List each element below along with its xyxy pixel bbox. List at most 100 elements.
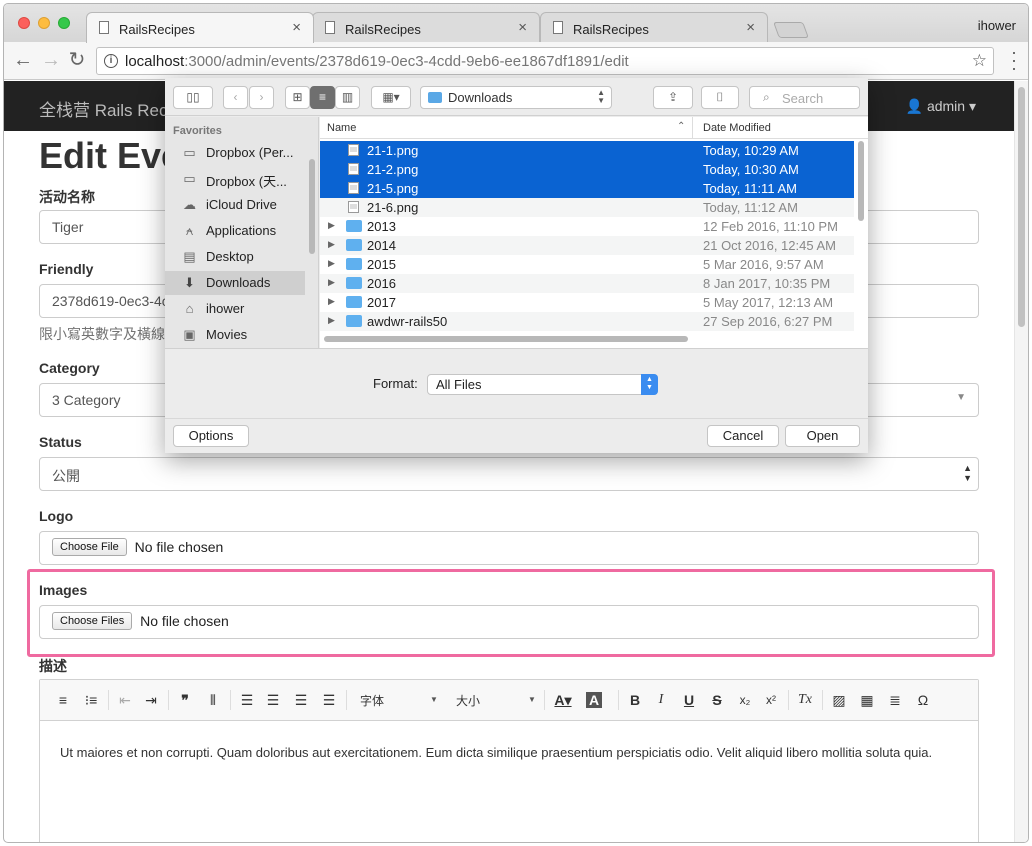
sidebar-toggle-icon[interactable]: ▯▯ xyxy=(173,86,213,109)
disclosure-triangle-icon[interactable]: ▶ xyxy=(328,220,335,231)
close-window-button[interactable] xyxy=(18,17,30,29)
sidebar-item-home[interactable]: ⌂ ihower xyxy=(165,297,305,321)
url-text[interactable]: localhost:3000/admin/events/2378d619-0ec… xyxy=(125,53,629,70)
browser-tab-2[interactable]: RailsRecipes × xyxy=(312,12,540,42)
profile-name[interactable]: ihower xyxy=(978,18,1016,33)
user-menu[interactable]: 👤 admin ▾ xyxy=(906,98,976,115)
close-tab-icon[interactable]: × xyxy=(518,19,527,36)
icon-view-icon[interactable]: ⊞ xyxy=(285,86,310,109)
disclosure-triangle-icon[interactable]: ▶ xyxy=(328,296,335,307)
file-row[interactable]: 21-6.png Today, 11:12 AM xyxy=(320,198,854,217)
updown-arrows-icon: ▲ ▼ xyxy=(597,88,605,105)
open-button[interactable]: Open xyxy=(785,425,860,447)
logo-file-status: No file chosen xyxy=(134,539,224,556)
dialog-search-input[interactable]: ⌕ Search xyxy=(749,86,860,109)
images-choose-files-button[interactable]: Choose Files xyxy=(52,612,133,631)
special-char-icon[interactable]: Ω xyxy=(912,690,934,710)
browser-tab-3[interactable]: RailsRecipes × xyxy=(540,12,768,42)
outdent-icon[interactable]: ⇤ xyxy=(114,690,136,710)
format-select[interactable]: All Files ▲ ▼ xyxy=(427,374,658,395)
minimize-window-button[interactable] xyxy=(38,17,50,29)
sidebar-item-icloud-drive[interactable]: ☁ iCloud Drive xyxy=(165,193,305,217)
page-scrollbar[interactable] xyxy=(1014,81,1028,842)
font-size-select[interactable]: 大小 ▼ xyxy=(456,692,536,709)
close-tab-icon[interactable]: × xyxy=(292,19,301,36)
sidebar-item-applications[interactable]: ⍲ Applications xyxy=(165,219,305,243)
numbered-list-icon[interactable]: ≡ xyxy=(52,690,74,710)
close-tab-icon[interactable]: × xyxy=(746,19,755,36)
blockquote-icon[interactable]: ❞ xyxy=(174,690,196,710)
file-row[interactable]: 21-1.png Today, 10:29 AM xyxy=(320,141,854,160)
browser-menu-icon[interactable]: · · · xyxy=(1006,43,1022,77)
indent-icon[interactable]: ⇥ xyxy=(140,690,162,710)
bold-icon[interactable]: B xyxy=(624,690,646,710)
location-popup[interactable]: Downloads ▲ ▼ xyxy=(420,86,612,109)
list-view-icon[interactable]: ≡ xyxy=(310,86,335,109)
sidebar-item-downloads[interactable]: ⬇ Downloads xyxy=(165,271,305,295)
subscript-icon[interactable]: x₂ xyxy=(734,690,756,710)
text-color-icon[interactable]: A▾ xyxy=(552,690,574,710)
new-tab-button[interactable] xyxy=(773,22,809,38)
image-icon[interactable]: ▨ xyxy=(828,690,850,710)
font-family-select[interactable]: 字体 ▼ xyxy=(360,692,438,709)
remove-format-icon[interactable]: Tx xyxy=(794,690,816,710)
folder-row[interactable]: ▶ 2016 8 Jan 2017, 10:35 PM xyxy=(320,274,854,293)
tag-icon[interactable]: ⌷ xyxy=(701,86,739,109)
folder-row[interactable]: ▶ 2015 5 Mar 2016, 9:57 AM xyxy=(320,255,854,274)
status-select[interactable]: 公開 ▲ ▼ xyxy=(39,457,979,491)
folder-row[interactable]: ▶ awdwr-rails50 27 Sep 2016, 6:27 PM xyxy=(320,312,854,331)
strikethrough-icon[interactable]: S xyxy=(706,690,728,710)
sidebar-item-desktop[interactable]: ▤ Desktop xyxy=(165,245,305,269)
logo-choose-file-button[interactable]: Choose File xyxy=(52,538,127,557)
file-list-hscrollbar[interactable] xyxy=(324,336,688,342)
share-icon[interactable]: ⇪ xyxy=(653,86,693,109)
editor-content[interactable]: Ut maiores et non corrupti. Quam dolorib… xyxy=(60,742,960,763)
column-divider[interactable] xyxy=(692,117,693,139)
bulleted-list-icon[interactable]: ⁝≡ xyxy=(80,690,102,710)
align-left-icon[interactable]: ☰ xyxy=(236,690,258,710)
group-by-icon[interactable]: ▦▾ xyxy=(371,86,411,109)
cancel-button[interactable]: Cancel xyxy=(707,425,779,447)
column-header-name[interactable]: Name xyxy=(327,122,356,134)
column-view-icon[interactable]: ▥ xyxy=(335,86,360,109)
file-list-vscrollbar[interactable] xyxy=(858,141,864,221)
underline-icon[interactable]: U xyxy=(678,690,700,710)
address-bar[interactable]: i localhost:3000/admin/events/2378d619-0… xyxy=(96,47,994,75)
folder-row[interactable]: ▶ 2017 5 May 2017, 12:13 AM xyxy=(320,293,854,312)
forward-arrow-icon[interactable]: → xyxy=(40,49,62,71)
sidebar-item-dropbox-team[interactable]: ▭ Dropbox (天... xyxy=(165,167,305,191)
background-color-icon[interactable]: A xyxy=(586,692,602,708)
site-info-icon[interactable]: i xyxy=(104,54,118,68)
zoom-window-button[interactable] xyxy=(58,17,70,29)
back-arrow-icon[interactable]: ← xyxy=(12,49,34,71)
disclosure-triangle-icon[interactable]: ▶ xyxy=(328,315,335,326)
align-right-icon[interactable]: ☰ xyxy=(290,690,312,710)
align-justify-icon[interactable]: ☰ xyxy=(318,690,340,710)
back-icon[interactable]: ‹ xyxy=(223,86,248,109)
disclosure-triangle-icon[interactable]: ▶ xyxy=(328,258,335,269)
disclosure-triangle-icon[interactable]: ▶ xyxy=(328,277,335,288)
column-header-date[interactable]: Date Modified xyxy=(703,122,771,134)
options-button[interactable]: Options xyxy=(173,425,249,447)
italic-icon[interactable]: I xyxy=(650,690,672,710)
folder-icon xyxy=(346,258,362,270)
sidebar-item-dropbox-personal[interactable]: ▭ Dropbox (Per... xyxy=(165,141,305,165)
bookmark-star-icon[interactable]: ☆ xyxy=(972,51,987,71)
browser-tab-1[interactable]: RailsRecipes × xyxy=(86,12,314,43)
file-row[interactable]: 21-2.png Today, 10:30 AM xyxy=(320,160,854,179)
folder-row[interactable]: ▶ 2014 21 Oct 2016, 12:45 AM xyxy=(320,236,854,255)
scrollbar-thumb[interactable] xyxy=(1018,87,1025,327)
creatediv-icon[interactable]: ⦀ xyxy=(202,690,224,710)
horizontal-rule-icon[interactable]: ≣ xyxy=(884,690,906,710)
file-name: 21-1.png xyxy=(367,143,419,158)
disclosure-triangle-icon[interactable]: ▶ xyxy=(328,239,335,250)
forward-icon[interactable]: › xyxy=(249,86,274,109)
folder-row[interactable]: ▶ 2013 12 Feb 2016, 11:10 PM xyxy=(320,217,854,236)
sidebar-item-movies[interactable]: ▣ Movies xyxy=(165,323,305,347)
reload-icon[interactable]: ↻ xyxy=(66,49,88,71)
superscript-icon[interactable]: x² xyxy=(760,690,782,710)
align-center-icon[interactable]: ☰ xyxy=(262,690,284,710)
table-icon[interactable]: ▦ xyxy=(856,690,878,710)
file-row[interactable]: 21-5.png Today, 11:11 AM xyxy=(320,179,854,198)
sidebar-scrollbar[interactable] xyxy=(309,159,315,254)
